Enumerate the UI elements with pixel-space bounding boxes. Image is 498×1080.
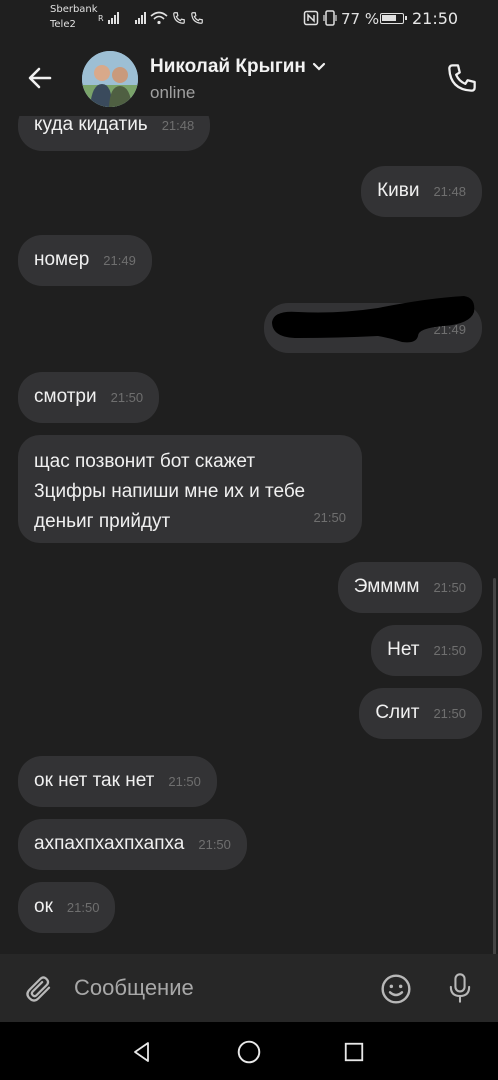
voice-record-button[interactable] [440,968,480,1008]
message-text: номер [34,249,90,270]
message-text: куда кидатиь [34,116,148,135]
message-time: 21:49 [103,253,136,268]
system-nav-bar [0,1022,498,1080]
call-button[interactable] [440,56,484,100]
message-time: 21:48 [161,118,195,133]
message-text: Нет [387,639,420,660]
message-outgoing[interactable]: Нет 21:50 [371,625,482,676]
signal-sim1-icon [107,12,119,24]
paperclip-icon [26,976,51,1002]
message-time: 21:50 [198,837,231,852]
message-incoming[interactable]: ок нет так нет 21:50 [18,756,217,807]
message-incoming-multiline[interactable]: щас позвонит бот скажет 3цифры напиши мн… [18,435,362,543]
message-time: 21:48 [433,184,466,199]
clock: 21:50 [412,9,459,28]
battery-percent: 77 % [341,10,380,28]
square-recents-icon [344,1042,364,1062]
message-input[interactable] [74,968,364,1008]
volte-call-icon [190,12,203,24]
message-incoming[interactable]: номер 21:49 [18,235,152,286]
signal-icons: R [98,10,204,26]
message-text: ахпахпхахпхапха [34,833,185,854]
roaming-icon: R [98,13,104,23]
message-incoming[interactable]: смотри 21:50 [18,372,160,423]
avatar-photo [82,51,138,107]
phone-icon [448,64,476,92]
message-outgoing[interactable]: Киви 21:48 [361,166,482,217]
message-time: 21:50 [110,390,144,405]
message-line: деньиг прийдут [34,511,171,532]
vibrate-icon [323,10,337,26]
contact-name[interactable]: Николай Крыгин [150,56,326,78]
message-text: Слит [375,702,420,723]
nav-home-button[interactable] [231,1034,267,1070]
message-text: смотри [34,386,97,407]
message-incoming[interactable]: ахпахпхахпхапха 21:50 [18,819,247,870]
nfc-icon [303,10,337,26]
contact-name-text: Николай Крыгин [150,56,306,77]
wifi-icon [150,11,168,25]
chat-header: Николай Крыгин online [0,40,498,116]
message-outgoing[interactable]: Эмммм 21:50 [337,562,482,613]
nav-recents-button[interactable] [336,1034,372,1070]
message-time: 21:50 [168,774,201,789]
message-outgoing[interactable]: Слит 21:50 [359,688,482,739]
signal-sim2-icon [134,12,146,24]
microphone-icon [449,973,471,1003]
smiley-icon [381,974,411,1004]
message-line: 3цифры напиши мне их и тебе [34,481,306,502]
message-incoming[interactable]: ок 21:50 [18,882,116,933]
message-time: 21:50 [66,900,100,915]
message-text: ок нет так нет [34,770,155,791]
circle-home-icon [237,1040,261,1064]
carrier-secondary: Tele2 [50,19,76,30]
nav-back-button[interactable] [124,1034,160,1070]
message-composer [0,954,498,1022]
triangle-back-icon [134,1042,149,1062]
presence-status: online [150,83,196,102]
message-text: Киви [377,180,420,201]
back-button[interactable] [20,58,60,98]
redaction-mark [272,296,475,343]
wifi-calling-icon [172,12,185,24]
message-incoming[interactable]: куда кидатиь 21:48 [18,116,211,151]
status-bar: Sberbank Tele2 R 77 % 21:50 [0,0,498,40]
arrow-left-icon [28,67,52,89]
attach-button[interactable] [20,970,58,1008]
battery-icon [380,13,407,24]
carrier-primary: Sberbank [50,4,98,15]
message-time: 21:50 [433,706,466,721]
emoji-button[interactable] [377,970,415,1008]
message-time: 21:50 [433,580,466,595]
message-text: ок [34,896,53,917]
scrollbar[interactable] [493,578,496,954]
avatar[interactable] [82,51,138,107]
message-list[interactable]: куда кидатиь 21:48 Киви 21:48 номер 21:49 2… [0,116,498,954]
message-time: 21:50 [433,643,466,658]
message-line: щас позвонит бот скажет [34,451,256,472]
message-text: Эмммм [353,576,420,597]
chevron-down-icon [312,62,325,71]
message-time: 21:50 [313,510,346,525]
